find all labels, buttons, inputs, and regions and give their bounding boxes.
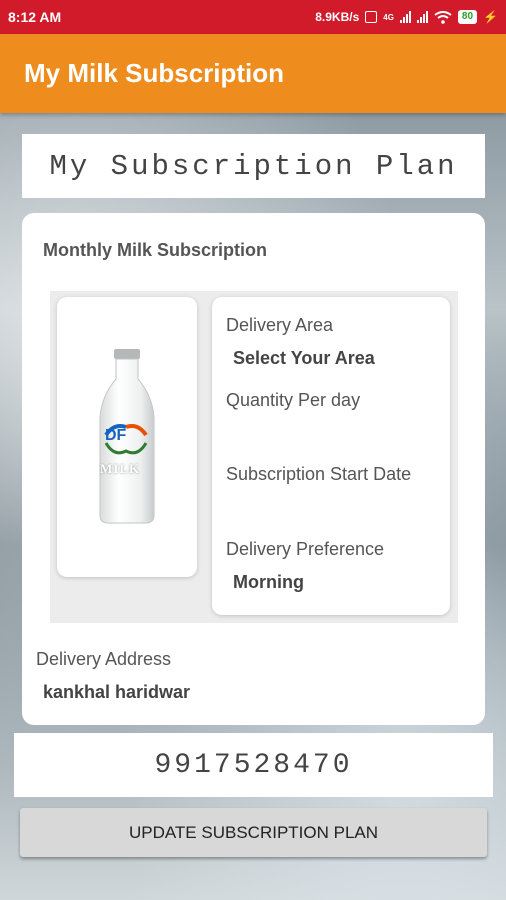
- details-box: Delivery Area Select Your Area Quantity …: [212, 297, 450, 615]
- card-title: Monthly Milk Subscription: [43, 240, 267, 260]
- network-type-label: 4G: [383, 12, 394, 22]
- network-speed: 8.9KB/s: [315, 10, 360, 24]
- delivery-preference-label: Delivery Preference: [226, 539, 385, 559]
- product-image-box: DF MILK: [57, 297, 197, 577]
- product-logo-text: DF: [105, 427, 127, 444]
- wifi-icon: [434, 10, 452, 24]
- start-date-label: Subscription Start Date: [226, 464, 412, 484]
- app-title: My Milk Subscription: [24, 58, 285, 88]
- delivery-address-label: Delivery Address: [36, 649, 172, 669]
- subscription-card: Monthly Milk Subscription DF MILK Delive…: [22, 213, 485, 725]
- delivery-address-value[interactable]: kankhal haridwar: [43, 682, 190, 703]
- delivery-preference-value[interactable]: Morning: [233, 572, 304, 593]
- signal-icon: [399, 11, 411, 23]
- phone-number-field[interactable]: 9917528470: [14, 733, 493, 797]
- milk-bottle-icon: [99, 349, 155, 524]
- charging-icon: ⚡: [483, 10, 498, 24]
- status-time: 8:12 AM: [8, 9, 62, 25]
- data-saver-icon: [365, 11, 378, 23]
- quantity-label: Quantity Per day: [226, 390, 361, 410]
- signal-icon-2: [416, 11, 428, 23]
- battery-icon: 80: [457, 10, 478, 24]
- plan-header: My Subscription Plan: [22, 134, 485, 198]
- update-subscription-button[interactable]: UPDATE SUBSCRIPTION PLAN: [20, 808, 487, 857]
- status-icons: 8.9KB/s 4G 80 ⚡: [315, 10, 498, 24]
- delivery-area-select[interactable]: Select Your Area: [233, 348, 375, 369]
- delivery-area-label: Delivery Area: [226, 315, 334, 335]
- product-label: MILK: [100, 461, 141, 476]
- app-bar: My Milk Subscription: [0, 34, 506, 113]
- status-bar: 8:12 AM 8.9KB/s 4G 80 ⚡: [0, 0, 506, 34]
